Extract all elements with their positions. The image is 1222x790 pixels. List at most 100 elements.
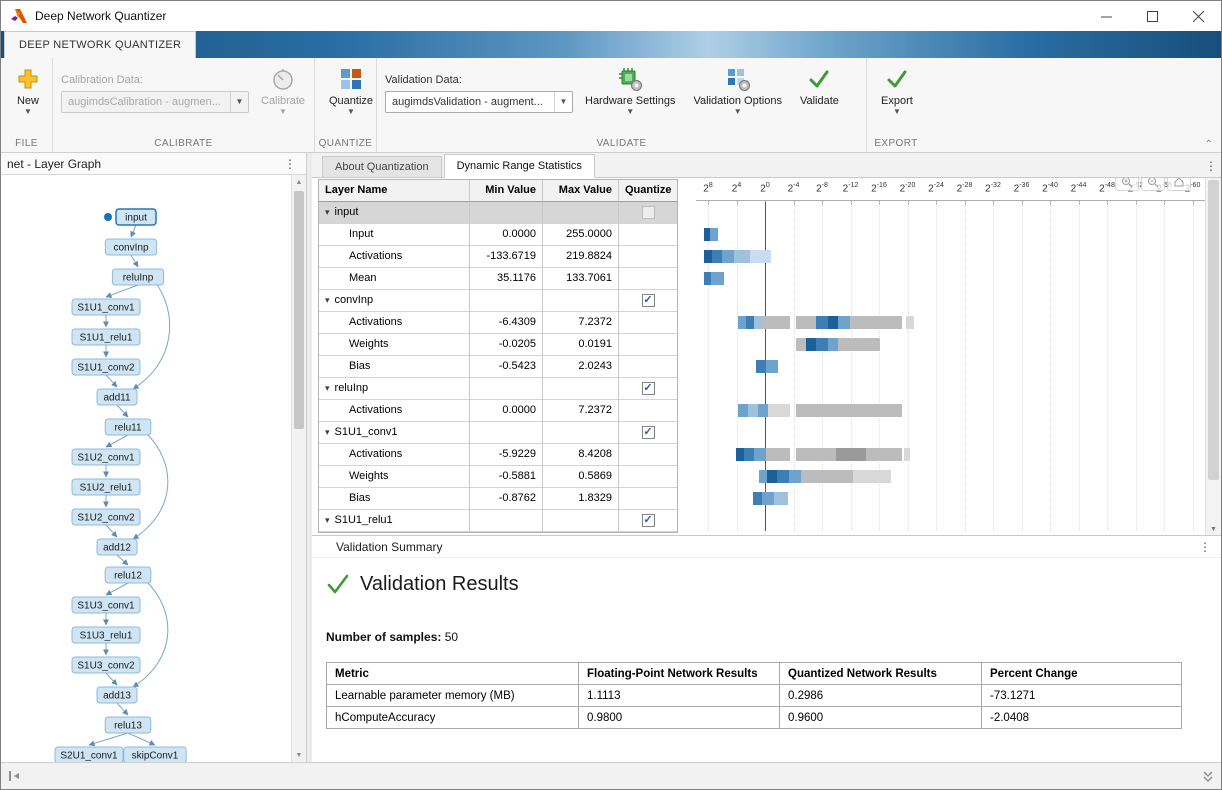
quantize-checkbox[interactable]: ✓ — [642, 294, 655, 307]
axis-tick-label: 2-24 — [928, 182, 944, 194]
validation-data-label: Validation Data: — [385, 74, 573, 86]
validation-column-header: Quantized Network Results — [780, 663, 982, 685]
collapse-triangle-icon[interactable]: ▾ — [325, 422, 330, 443]
layer-graph-canvas[interactable]: inputconvInpreluInpS1U1_conv1S1U1_relu1S… — [1, 175, 291, 763]
panel-menu-icon[interactable]: ⋮ — [1195, 540, 1215, 554]
histogram-row — [696, 268, 1205, 290]
new-button[interactable]: New ▼ — [9, 64, 47, 118]
export-button[interactable]: Export ▼ — [875, 64, 919, 118]
scroll-down-icon[interactable]: ▼ — [1206, 526, 1221, 533]
section-file: New ▼ FILE — [1, 58, 53, 152]
axis-tick-label: 2-28 — [957, 182, 973, 194]
minimize-button[interactable] — [1083, 1, 1129, 31]
chevron-down-icon: ▼ — [230, 92, 248, 112]
layer-group-row[interactable]: ▾S1U1_relu1✓ — [319, 510, 677, 532]
validation-column-header: Floating-Point Network Results — [579, 663, 780, 685]
svg-text:reluInp: reluInp — [123, 273, 154, 284]
svg-text:S2U1_conv1: S2U1_conv1 — [60, 751, 118, 762]
validation-options-button[interactable]: Validation Options ▼ — [688, 64, 788, 118]
layer-group-row[interactable]: ▾convInp✓ — [319, 290, 677, 312]
section-label-quantize: QUANTIZE — [315, 138, 376, 149]
collapse-triangle-icon[interactable]: ▾ — [325, 510, 330, 531]
quantize-button-label: Quantize — [329, 95, 373, 107]
axis-tick-label: 2-48 — [1099, 182, 1115, 194]
zoom-in-icon[interactable] — [1115, 178, 1139, 191]
layer-group-row[interactable]: ▾reluInp✓ — [319, 378, 677, 400]
column-header[interactable]: Max Value — [543, 180, 619, 202]
quantize-checkbox[interactable]: ✓ — [642, 426, 655, 439]
quantize-checkbox[interactable] — [642, 206, 655, 219]
tabs-menu-icon[interactable]: ⋮ — [1201, 159, 1221, 173]
layer-stat-row[interactable]: Weights-0.02050.0191 — [319, 334, 677, 356]
collapse-triangle-icon[interactable]: ▾ — [325, 202, 330, 223]
stats-scrollbar[interactable]: ▼ — [1205, 178, 1221, 535]
doc-tab-dynamic-range-statistics[interactable]: Dynamic Range Statistics — [444, 154, 595, 178]
maximize-button[interactable] — [1129, 1, 1175, 31]
layer-stat-row[interactable]: Activations-5.92298.4208 — [319, 444, 677, 466]
layer-stat-row[interactable]: Activations0.00007.2372 — [319, 400, 677, 422]
svg-text:S1U1_conv2: S1U1_conv2 — [77, 363, 135, 374]
axis-tick-label: 2-16 — [871, 182, 887, 194]
scroll-down-icon[interactable]: ▼ — [292, 748, 306, 763]
validation-check-icon — [326, 572, 350, 596]
hardware-settings-button[interactable]: Hardware Settings ▼ — [579, 64, 682, 118]
calibration-data-value: augimdsCalibration - augmen... — [68, 96, 221, 108]
collapse-triangle-icon[interactable]: ▾ — [325, 290, 330, 311]
panel-menu-icon[interactable]: ⋮ — [280, 157, 300, 171]
quantize-button[interactable]: Quantize ▼ — [323, 64, 379, 118]
calibrate-gauge-icon — [270, 66, 296, 92]
column-header[interactable]: Quantize — [619, 180, 677, 202]
validate-check-icon — [806, 66, 832, 92]
layer-stat-row[interactable]: Input0.0000255.0000 — [319, 224, 677, 246]
svg-text:S1U1_conv1: S1U1_conv1 — [77, 303, 135, 314]
layer-graph-scrollbar[interactable]: ▲ ▼ — [291, 175, 306, 763]
axis-tick-label: 2-36 — [1014, 182, 1030, 194]
hardware-settings-icon — [617, 66, 643, 92]
layer-stat-row[interactable]: Activations-133.6719219.8824 — [319, 246, 677, 268]
layer-stat-row[interactable]: Mean35.1176133.7061 — [319, 268, 677, 290]
column-header[interactable]: Min Value — [470, 180, 543, 202]
layer-stat-row[interactable]: Weights-0.58810.5869 — [319, 466, 677, 488]
scroll-up-icon[interactable]: ▲ — [292, 175, 306, 190]
tab-deep-network-quantizer[interactable]: DEEP NETWORK QUANTIZER — [4, 31, 196, 58]
expand-down-icon[interactable] — [1200, 768, 1216, 784]
samples-count: Number of samples: 50 — [326, 630, 1211, 644]
collapse-triangle-icon[interactable]: ▾ — [325, 378, 330, 399]
validation-summary-header: Validation Summary ⋮ — [312, 536, 1221, 558]
chevron-down-icon: ▼ — [734, 108, 742, 116]
validation-options-label: Validation Options — [694, 95, 782, 107]
layer-group-row[interactable]: ▾S1U1_conv1✓ — [319, 422, 677, 444]
quantize-checkbox[interactable]: ✓ — [642, 514, 655, 527]
layer-stat-row[interactable]: Bias-0.54232.0243 — [319, 356, 677, 378]
close-button[interactable] — [1175, 1, 1221, 31]
layer-stat-row[interactable]: Bias-0.87621.8329 — [319, 488, 677, 510]
calibration-data-dropdown[interactable]: augimdsCalibration - augmen... ▼ — [61, 91, 249, 113]
validation-results-table: MetricFloating-Point Network ResultsQuan… — [326, 662, 1182, 729]
axes-toolbar — [1115, 178, 1191, 191]
toolstrip-collapse-icon[interactable]: ⌃ — [1205, 139, 1213, 150]
export-check-icon — [884, 66, 910, 92]
layer-group-row[interactable]: ▾input — [319, 202, 677, 224]
chevron-down-icon: ▼ — [893, 108, 901, 116]
column-header[interactable]: Layer Name — [319, 180, 470, 202]
svg-text:relu13: relu13 — [114, 721, 142, 732]
validate-button[interactable]: Validate — [794, 64, 845, 109]
histogram-row — [696, 510, 1205, 532]
section-calibrate: Calibration Data: augimdsCalibration - a… — [53, 58, 315, 152]
layer-stat-row[interactable]: Activations-6.43097.2372 — [319, 312, 677, 334]
scroll-thumb[interactable] — [294, 191, 304, 429]
restore-view-icon[interactable] — [1167, 178, 1191, 191]
quantize-checkbox[interactable]: ✓ — [642, 382, 655, 395]
calibrate-button[interactable]: Calibrate ▼ — [255, 64, 311, 118]
zoom-out-icon[interactable] — [1141, 178, 1165, 191]
dock-left-icon[interactable] — [6, 768, 22, 784]
doc-tab-about-quantization[interactable]: About Quantization — [322, 156, 442, 177]
validation-data-dropdown[interactable]: augimdsValidation - augment... ▼ — [385, 91, 573, 113]
chevron-down-icon: ▼ — [347, 108, 355, 116]
scroll-thumb[interactable] — [1208, 180, 1219, 480]
section-quantize: Quantize ▼ QUANTIZE — [315, 58, 377, 152]
matlab-logo-icon — [9, 7, 27, 25]
validation-summary-title: Validation Summary — [336, 540, 443, 554]
histogram-row — [696, 400, 1205, 422]
statistics-panel: About QuantizationDynamic Range Statisti… — [312, 153, 1221, 763]
